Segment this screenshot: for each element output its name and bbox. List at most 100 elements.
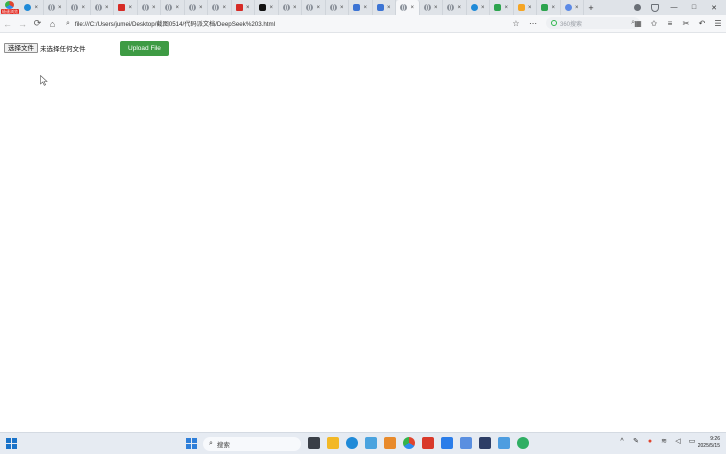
close-tab-icon[interactable]: × — [293, 5, 297, 11]
home-button[interactable]: ⌂ — [45, 16, 60, 31]
close-tab-icon[interactable]: × — [199, 5, 203, 11]
browser-tab[interactable]: × — [514, 0, 537, 15]
close-tab-icon[interactable]: × — [528, 5, 532, 11]
browser-logo[interactable]: 极速浏览 — [0, 0, 20, 15]
terminal-icon[interactable] — [479, 437, 491, 449]
tray-app-icon[interactable]: ● — [646, 438, 654, 445]
menu-icon[interactable]: ☰ — [714, 19, 722, 28]
browser-tab[interactable]: × — [91, 0, 114, 15]
close-tab-icon[interactable]: × — [34, 5, 38, 11]
close-tab-icon[interactable]: × — [152, 5, 156, 11]
browser-tab[interactable]: × — [561, 0, 584, 15]
close-tab-icon[interactable]: × — [434, 5, 438, 11]
undo-icon[interactable]: ↶ — [698, 19, 706, 28]
apps-grid-icon[interactable]: ▦ — [634, 19, 642, 28]
browser-tab[interactable]: × — [490, 0, 514, 15]
close-tab-icon[interactable]: × — [363, 5, 367, 11]
globe-icon — [212, 4, 220, 11]
back-button[interactable]: ← — [0, 16, 15, 31]
chat-icon[interactable] — [441, 437, 453, 449]
battery-icon[interactable]: ▭ — [688, 437, 696, 445]
browser-tab[interactable]: × — [208, 0, 232, 15]
close-tab-icon[interactable]: × — [457, 5, 461, 11]
new-tab-button[interactable]: + — [584, 3, 598, 13]
start-button[interactable] — [186, 438, 197, 449]
browser-tab[interactable]: × — [326, 0, 349, 15]
close-tab-icon[interactable]: × — [58, 5, 62, 11]
app-grid-icon[interactable] — [384, 437, 396, 449]
task-view-icon[interactable] — [308, 437, 320, 449]
browser-tab[interactable]: × — [161, 0, 185, 15]
system-clock[interactable]: 9:26 2025/5/15 — [698, 436, 720, 450]
file-explorer-icon[interactable] — [327, 437, 339, 449]
browser-tab[interactable]: × — [420, 0, 443, 15]
browser-tab[interactable]: × — [373, 0, 396, 15]
taskbar-search[interactable]: ⌕ 搜索 — [203, 437, 301, 451]
choose-file-button[interactable]: 选择文件 — [4, 43, 38, 53]
search-engine-box[interactable]: 360搜索 ⌕ — [546, 17, 640, 29]
history-icon[interactable]: ≡ — [666, 19, 674, 28]
browser-tab[interactable]: × — [138, 0, 161, 15]
minimize-button[interactable]: — — [669, 4, 679, 11]
close-tab-icon[interactable]: × — [175, 5, 179, 11]
close-tab-icon[interactable]: × — [387, 5, 391, 11]
more-icon[interactable]: ⋯ — [529, 19, 537, 28]
browser-tab[interactable]: × — [255, 0, 279, 15]
browser-tab[interactable]: × — [279, 0, 302, 15]
close-window-button[interactable]: ✕ — [709, 4, 719, 12]
extension-icon[interactable] — [634, 4, 641, 11]
browser-tab[interactable]: × — [467, 0, 490, 15]
search-icon: ⌕ — [209, 440, 213, 447]
active-app-icon[interactable] — [460, 437, 472, 449]
close-tab-icon[interactable]: × — [269, 5, 273, 11]
address-url[interactable]: file:///C:/Users/jumei/Desktop/截图0514/代码… — [75, 19, 275, 28]
browser-tab[interactable]: × — [537, 0, 561, 15]
pen-icon[interactable]: ✎ — [632, 437, 640, 445]
browser-tab[interactable]: × — [443, 0, 467, 15]
shield-icon[interactable] — [651, 3, 659, 12]
browser-tab[interactable]: × — [396, 0, 420, 15]
close-tab-icon[interactable]: × — [504, 5, 508, 11]
wps-icon[interactable] — [422, 437, 434, 449]
browser-taskbar-icon[interactable] — [403, 437, 415, 449]
mouse-cursor-icon — [40, 75, 48, 86]
upload-file-button[interactable]: Upload File — [120, 41, 169, 56]
close-tab-icon[interactable]: × — [222, 5, 226, 11]
browser-tab[interactable]: × — [185, 0, 208, 15]
photos-icon[interactable] — [498, 437, 510, 449]
star-icon[interactable]: ☆ — [512, 19, 520, 28]
close-tab-icon[interactable]: × — [410, 5, 414, 11]
edge-icon[interactable] — [346, 437, 358, 449]
chevron-up-icon[interactable]: ^ — [618, 438, 626, 445]
globe-icon — [94, 4, 102, 11]
close-tab-icon[interactable]: × — [340, 5, 344, 11]
browser-tab[interactable]: × — [20, 0, 44, 15]
close-tab-icon[interactable]: × — [81, 5, 85, 11]
close-tab-icon[interactable]: × — [316, 5, 320, 11]
widgets-icon[interactable] — [6, 438, 18, 449]
browser-tab[interactable]: × — [114, 0, 138, 15]
close-tab-icon[interactable]: × — [551, 5, 555, 11]
close-tab-icon[interactable]: × — [481, 5, 485, 11]
close-tab-icon[interactable]: × — [105, 5, 109, 11]
browser-tab[interactable]: × — [232, 0, 255, 15]
favorites-icon[interactable]: ✩ — [650, 19, 658, 28]
volume-icon[interactable]: ◁ — [674, 437, 682, 445]
browser-logo-badge: 极速浏览 — [1, 9, 19, 14]
browser-tab[interactable]: × — [302, 0, 326, 15]
address-bar[interactable]: ⌕ file:///C:/Users/jumei/Desktop/截图0514/… — [66, 17, 538, 30]
forward-button[interactable]: → — [15, 16, 30, 31]
browser-tab[interactable]: × — [67, 0, 91, 15]
browser-tab[interactable]: × — [44, 0, 67, 15]
close-tab-icon[interactable]: × — [246, 5, 250, 11]
tools-icon[interactable]: ✂ — [682, 19, 690, 28]
store-icon[interactable] — [365, 437, 377, 449]
reload-button[interactable]: ⟳ — [30, 16, 45, 31]
close-tab-icon[interactable]: × — [575, 5, 579, 11]
browser-tab[interactable]: × — [349, 0, 373, 15]
maximize-button[interactable]: □ — [689, 4, 699, 11]
wechat-icon[interactable] — [517, 437, 529, 449]
red-site-icon — [118, 4, 126, 11]
close-tab-icon[interactable]: × — [128, 5, 132, 11]
wifi-icon[interactable]: ≋ — [660, 437, 668, 445]
